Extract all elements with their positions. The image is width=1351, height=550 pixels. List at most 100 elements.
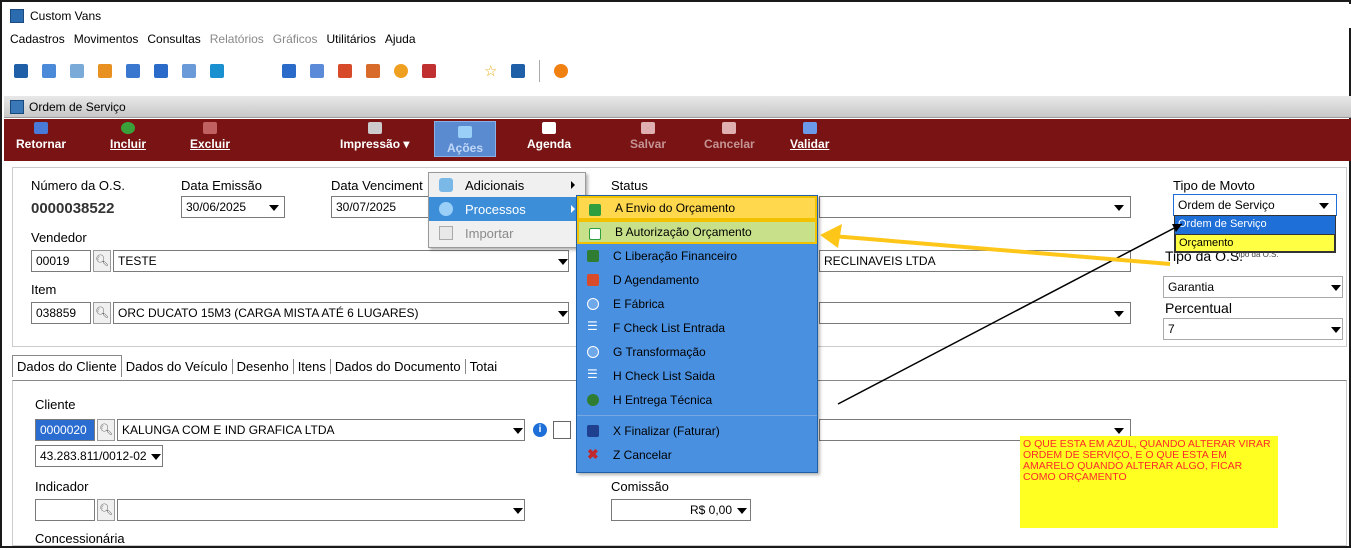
chevron-down-icon[interactable] <box>1331 285 1341 291</box>
processos-label: Processos <box>465 201 526 217</box>
submenu-item-fabrica[interactable]: E Fábrica <box>577 292 817 316</box>
tab-itens[interactable]: Itens <box>294 358 331 374</box>
chevron-down-icon[interactable] <box>513 508 523 514</box>
submenu-item-envio-orcamento[interactable]: A Envio do Orçamento <box>577 196 817 220</box>
submenu-item-liberacao-financeiro[interactable]: C Liberação Financeiro <box>577 244 817 268</box>
menu-ajuda[interactable]: Ajuda <box>385 32 416 46</box>
chevron-down-icon[interactable] <box>558 311 568 317</box>
menu-consultas[interactable]: Consultas <box>147 32 200 46</box>
checklist-icon: ☰ <box>587 319 598 333</box>
indicador-name-field[interactable] <box>117 499 525 521</box>
toolbar-icon-12[interactable] <box>511 64 526 78</box>
cliente-header-field[interactable]: RECLINAVEIS LTDA <box>819 250 1131 272</box>
agenda-button[interactable]: Agenda <box>527 122 571 151</box>
menu-item-importar[interactable]: Importar <box>429 221 585 245</box>
search-icon[interactable]: 🔍︎ <box>97 419 115 441</box>
chevron-down-icon[interactable] <box>1114 311 1124 317</box>
option-orcamento[interactable]: Orçamento <box>1175 234 1335 252</box>
cliente-name-field[interactable]: KALUNGA COM E IND GRAFICA LTDA <box>117 419 525 441</box>
toolbar-icon-8[interactable] <box>210 64 224 78</box>
tab-dados-documento[interactable]: Dados do Documento <box>331 358 466 374</box>
salvar-button[interactable]: Salvar <box>630 122 666 151</box>
option-ordem-servico[interactable]: Ordem de Serviço <box>1175 216 1335 234</box>
submenu-item-entrega-tecnica[interactable]: H Entrega Técnica <box>577 388 817 412</box>
chevron-down-icon[interactable] <box>1319 203 1329 209</box>
annotation-note: O QUE ESTA EM AZUL, QUANDO ALTERAR VIRAR… <box>1020 436 1278 528</box>
menu-cadastros[interactable]: Cadastros <box>10 32 65 46</box>
cliente-doc-field[interactable]: 43.283.811/0012-02 <box>35 445 163 467</box>
cliente-code-field[interactable]: 0000020 <box>35 419 95 441</box>
search-icon[interactable]: 🔍︎ <box>97 499 115 521</box>
indicador-code-field[interactable] <box>35 499 95 521</box>
vendedor-code-field[interactable]: 00019 <box>31 250 91 272</box>
search-icon[interactable]: 🔍︎ <box>93 250 111 272</box>
clock-icon[interactable] <box>394 64 408 78</box>
submenu-item-checklist-entrada[interactable]: ☰ F Check List Entrada <box>577 316 817 340</box>
submenu-item-finalizar[interactable]: X Finalizar (Faturar) <box>577 419 817 443</box>
validar-button[interactable]: Validar <box>790 122 829 151</box>
comissao-field[interactable]: R$ 0,00 <box>611 499 751 521</box>
menu-graficos[interactable]: Gráficos <box>273 32 318 46</box>
status-field[interactable] <box>819 196 1131 218</box>
menu-item-adicionais[interactable]: Adicionais <box>429 173 585 197</box>
item-name-field[interactable]: ORC DUCATO 15M3 (CARGA MISTA ATÉ 6 LUGAR… <box>113 302 569 324</box>
calendar-icon[interactable] <box>338 64 352 78</box>
vendedor-name-field[interactable]: TESTE <box>113 250 569 272</box>
chevron-down-icon[interactable] <box>558 259 568 265</box>
tipo-os-select[interactable]: Garantia <box>1163 276 1343 298</box>
excluir-button[interactable]: Excluir <box>190 122 230 151</box>
toolbar-icon-5[interactable] <box>126 64 140 78</box>
search-icon[interactable]: 🔍︎ <box>93 302 111 324</box>
chevron-down-icon[interactable] <box>1331 327 1341 333</box>
envio-orcamento-label: A Envio do Orçamento <box>615 201 736 215</box>
chevron-down-icon[interactable] <box>737 508 747 514</box>
toolbar-icon-3[interactable] <box>70 64 84 78</box>
retornar-button[interactable]: Retornar <box>16 122 66 151</box>
tab-totais[interactable]: Totai <box>466 359 501 374</box>
submenu-item-transformacao[interactable]: G Transformação <box>577 340 817 364</box>
chevron-down-icon[interactable] <box>1114 205 1124 211</box>
power-icon[interactable] <box>554 64 569 78</box>
info-icon[interactable]: i <box>533 423 547 437</box>
menu-movimentos[interactable]: Movimentos <box>74 32 139 46</box>
toolbar-icon-11[interactable] <box>422 64 436 78</box>
submenu-item-agendamento[interactable]: D Agendamento <box>577 268 817 292</box>
money-bag-icon[interactable] <box>553 421 571 439</box>
acoes-button[interactable]: Ações <box>434 121 496 157</box>
table-icon <box>439 226 453 240</box>
calendar-icon-2[interactable] <box>366 64 380 78</box>
toolbar-icon-1[interactable] <box>14 64 28 78</box>
toolbar-icon-6[interactable] <box>154 64 168 78</box>
submenu-item-checklist-saida[interactable]: ☰ H Check List Saida <box>577 364 817 388</box>
tipo-movto-value: Ordem de Serviço <box>1178 198 1275 212</box>
numero-os-value: 0000038522 <box>31 200 115 217</box>
tab-dados-cliente[interactable]: Dados do Cliente <box>12 355 122 377</box>
submenu-item-cancelar[interactable]: ✖ Z Cancelar <box>577 443 817 467</box>
tab-desenho[interactable]: Desenho <box>233 358 294 374</box>
child-window-title: Ordem de Serviço <box>4 96 1351 118</box>
impressao-button[interactable]: Impressão ▾ <box>340 122 409 151</box>
cancelar-button[interactable]: Cancelar <box>704 122 755 151</box>
chevron-down-icon[interactable] <box>513 428 523 434</box>
tipo-movto-select[interactable]: Ordem de Serviço <box>1173 194 1337 216</box>
chevron-down-icon[interactable] <box>269 205 279 211</box>
percentual-select[interactable]: 7 <box>1163 318 1343 340</box>
chevron-down-icon[interactable] <box>151 454 161 460</box>
tab-dados-veiculo[interactable]: Dados do Veículo <box>122 358 233 374</box>
submenu-item-autorizacao-orcamento[interactable]: B Autorização Orçamento <box>577 220 817 244</box>
toolbar-icon-2[interactable] <box>42 64 56 78</box>
checklist-icon: ☰ <box>587 367 598 381</box>
data-vencimento-field[interactable]: 30/07/2025 <box>331 196 435 218</box>
toolbar-icon-9[interactable] <box>282 64 296 78</box>
toolbar-icon-7[interactable] <box>182 64 196 78</box>
menu-item-processos[interactable]: Processos <box>429 197 585 221</box>
chevron-down-icon[interactable] <box>1114 428 1124 434</box>
star-icon[interactable]: ☆ <box>484 62 497 80</box>
menu-relatorios[interactable]: Relatórios <box>210 32 264 46</box>
item-code-field[interactable]: 038859 <box>31 302 91 324</box>
toolbar-icon-10[interactable] <box>310 64 324 78</box>
item-extra-field[interactable] <box>819 302 1131 324</box>
menu-utilitarios[interactable]: Utilitários <box>326 32 375 46</box>
toolbar-icon-4[interactable] <box>98 64 112 78</box>
incluir-button[interactable]: Incluir <box>110 122 146 151</box>
